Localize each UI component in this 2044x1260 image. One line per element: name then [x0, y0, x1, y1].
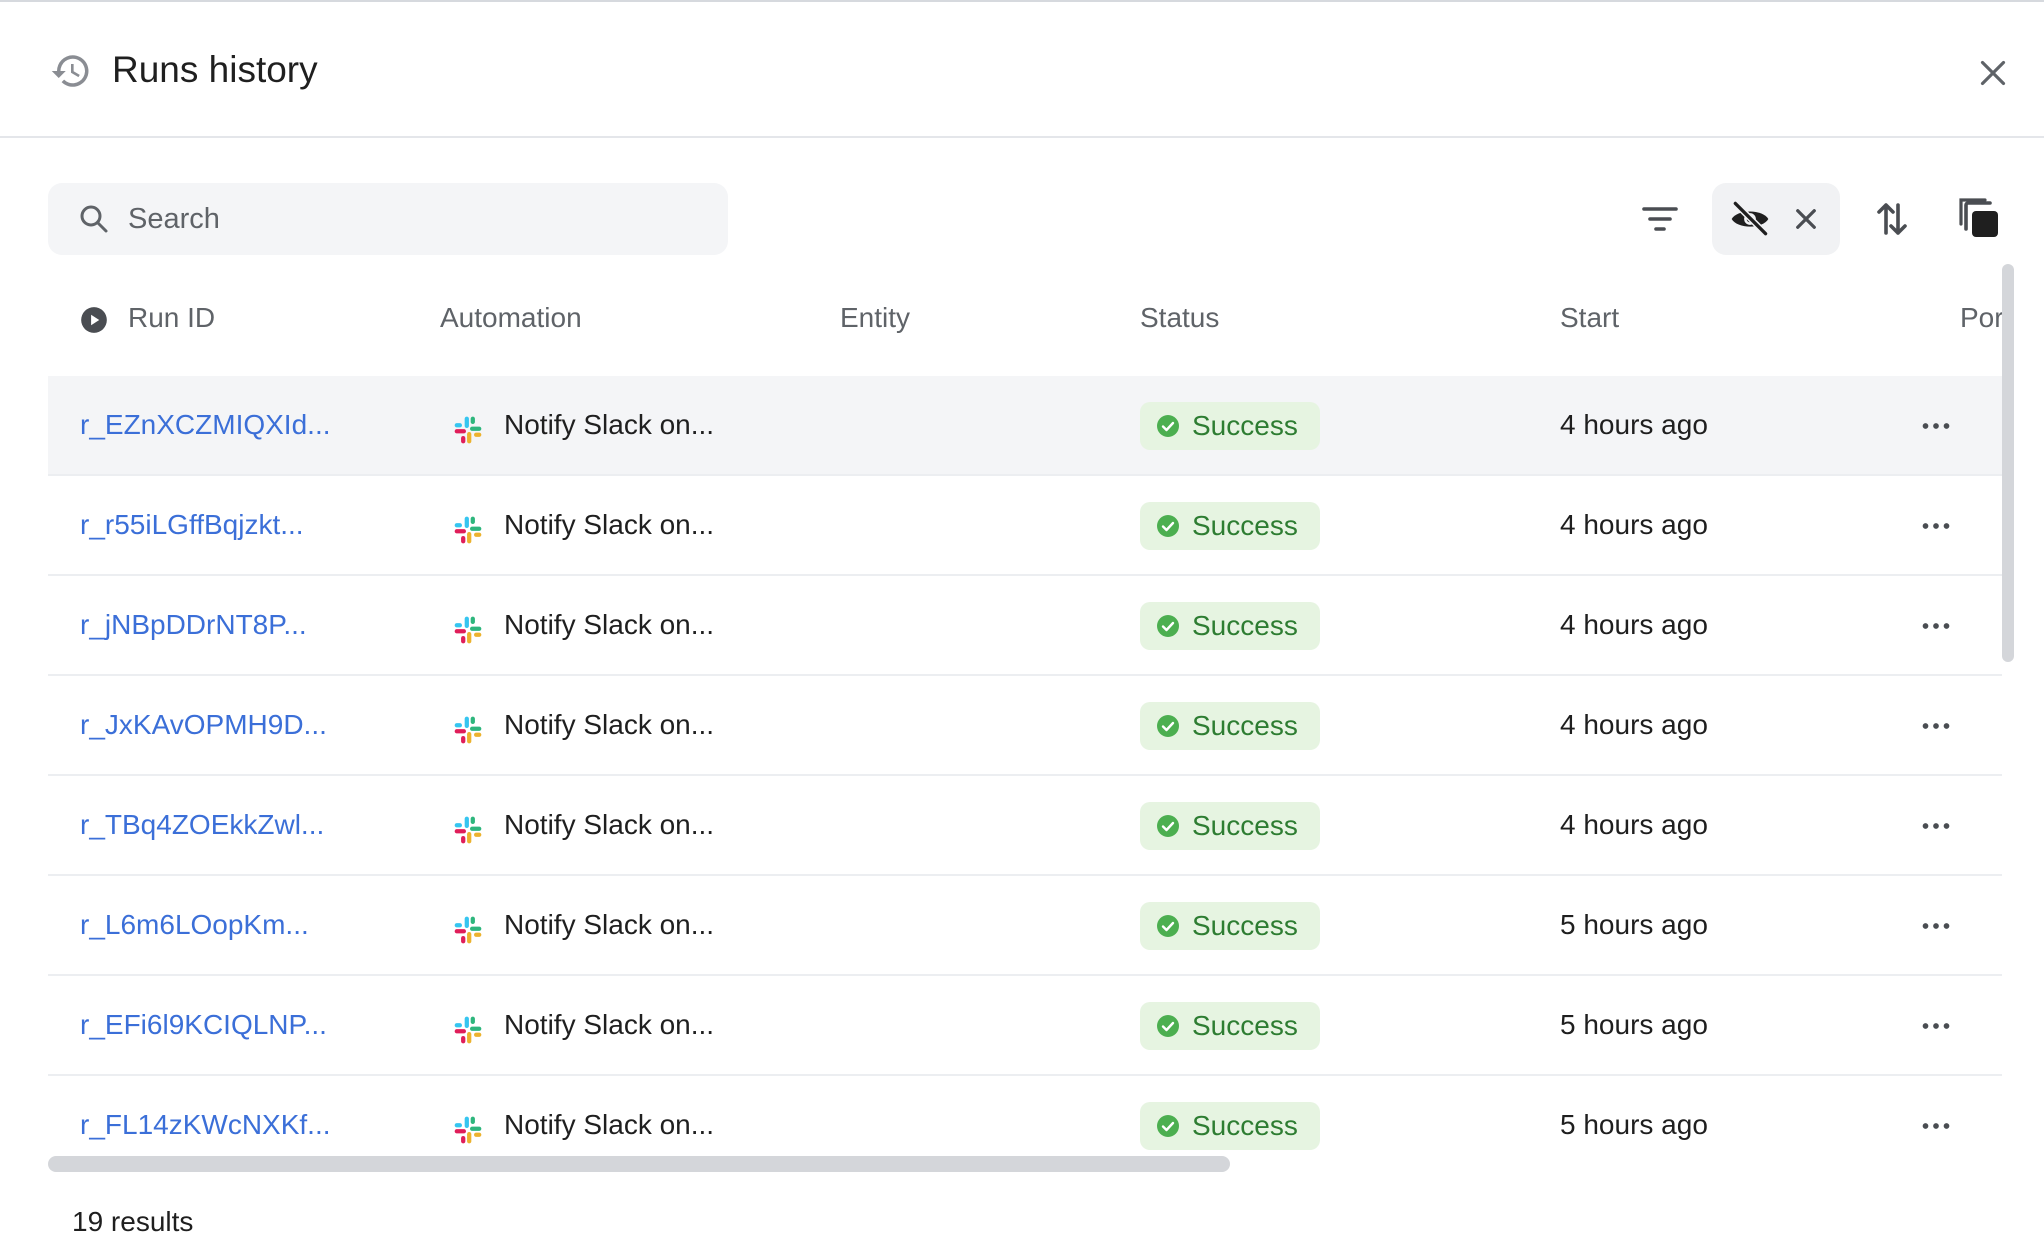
- run-id-link[interactable]: r_jNBpDDrNT8P...: [80, 606, 307, 644]
- horizontal-scrollbar[interactable]: [48, 1156, 1230, 1172]
- dialog-title: Runs history: [112, 49, 318, 90]
- status-text: Success: [1192, 910, 1298, 941]
- status-text: Success: [1192, 610, 1298, 641]
- slack-icon: [454, 1116, 482, 1144]
- status-badge: Success: [1140, 1002, 1320, 1050]
- automation-name: Notify Slack on...: [504, 709, 715, 740]
- check-circle-icon: [1157, 615, 1179, 637]
- status-badge: Success: [1140, 402, 1320, 450]
- search-input[interactable]: [128, 183, 708, 255]
- column-header-automation[interactable]: Automation: [440, 300, 582, 336]
- close-icon[interactable]: [1972, 52, 2014, 94]
- table-row[interactable]: r_TBq4ZOEkkZwl... Notify Slack on... Suc…: [48, 776, 2002, 876]
- table-row[interactable]: r_EFi6l9KCIQLNP... Notify Slack on... Su…: [48, 976, 2002, 1076]
- slack-icon: [454, 516, 482, 544]
- slack-icon: [454, 1016, 482, 1044]
- check-circle-icon: [1157, 1115, 1179, 1137]
- status-badge: Success: [1140, 802, 1320, 850]
- status-text: Success: [1192, 410, 1298, 441]
- check-circle-icon: [1157, 815, 1179, 837]
- run-id-link[interactable]: r_EFi6l9KCIQLNP...: [80, 1006, 327, 1044]
- run-id-link[interactable]: r_JxKAvOPMH9D...: [80, 706, 327, 744]
- filter-icon[interactable]: [1636, 195, 1684, 243]
- automation-name: Notify Slack on...: [504, 409, 715, 440]
- start-time: 4 hours ago: [1560, 509, 1708, 540]
- more-horizontal-icon[interactable]: [1918, 408, 1954, 444]
- automation-name: Notify Slack on...: [504, 809, 715, 840]
- start-time: 4 hours ago: [1560, 809, 1708, 840]
- column-header-port[interactable]: Por: [1960, 300, 2002, 336]
- results-count: 19 results: [72, 1206, 194, 1237]
- status-badge: Success: [1140, 902, 1320, 950]
- run-id-link[interactable]: r_EZnXCZMIQXId...: [80, 406, 331, 444]
- run-id-link[interactable]: r_L6m6LOopKm...: [80, 906, 309, 944]
- eye-off-icon: [1731, 200, 1769, 237]
- status-badge: Success: [1140, 702, 1320, 750]
- dialog-header: Runs history: [0, 2, 2044, 138]
- column-header-entity[interactable]: Entity: [840, 300, 910, 336]
- check-circle-icon: [1157, 1015, 1179, 1037]
- hidden-columns-toggle[interactable]: [1712, 183, 1840, 255]
- status-text: Success: [1192, 1110, 1298, 1141]
- start-time: 5 hours ago: [1560, 909, 1708, 940]
- slack-icon: [454, 716, 482, 744]
- check-circle-icon: [1157, 915, 1179, 937]
- status-text: Success: [1192, 810, 1298, 841]
- table-header: Run ID Automation Entity Status Start Po…: [48, 264, 2002, 374]
- run-id-link[interactable]: r_FL14zKWcNXKf...: [80, 1106, 331, 1144]
- start-time: 4 hours ago: [1560, 709, 1708, 740]
- more-horizontal-icon[interactable]: [1918, 608, 1954, 644]
- check-circle-icon: [1157, 415, 1179, 437]
- start-time: 4 hours ago: [1560, 409, 1708, 440]
- column-header-run-id[interactable]: Run ID: [128, 300, 215, 336]
- more-horizontal-icon[interactable]: [1918, 708, 1954, 744]
- start-time: 4 hours ago: [1560, 609, 1708, 640]
- more-horizontal-icon[interactable]: [1918, 1108, 1954, 1144]
- automation-name: Notify Slack on...: [504, 1009, 715, 1040]
- table-row[interactable]: r_L6m6LOopKm... Notify Slack on... Succe…: [48, 876, 2002, 976]
- status-text: Success: [1192, 710, 1298, 741]
- table-row[interactable]: r_r55iLGffBqjzkt... Notify Slack on... S…: [48, 476, 2002, 576]
- more-horizontal-icon[interactable]: [1918, 508, 1954, 544]
- status-badge: Success: [1140, 602, 1320, 650]
- search-icon: [80, 205, 108, 233]
- check-circle-icon: [1157, 515, 1179, 537]
- more-horizontal-icon[interactable]: [1918, 808, 1954, 844]
- status-badge: Success: [1140, 502, 1320, 550]
- start-time: 5 hours ago: [1560, 1009, 1708, 1040]
- more-horizontal-icon[interactable]: [1918, 1008, 1954, 1044]
- automation-name: Notify Slack on...: [504, 609, 715, 640]
- table-row[interactable]: r_JxKAvOPMH9D... Notify Slack on... Succ…: [48, 676, 2002, 776]
- column-header-start[interactable]: Start: [1560, 300, 1619, 336]
- run-id-link[interactable]: r_r55iLGffBqjzkt...: [80, 506, 304, 544]
- column-header-status[interactable]: Status: [1140, 300, 1219, 336]
- runs-history-dialog: Runs history Search Run ID Automation En…: [0, 0, 2044, 1260]
- status-badge: Success: [1140, 1102, 1320, 1150]
- automation-name: Notify Slack on...: [504, 1109, 715, 1140]
- automation-name: Notify Slack on...: [504, 509, 715, 540]
- start-time: 5 hours ago: [1560, 1109, 1708, 1140]
- slack-icon: [454, 816, 482, 844]
- status-text: Success: [1192, 510, 1298, 541]
- table-row[interactable]: r_EZnXCZMIQXId... Notify Slack on... Suc…: [48, 376, 2002, 476]
- status-text: Success: [1192, 1010, 1298, 1041]
- slack-icon: [454, 916, 482, 944]
- automation-name: Notify Slack on...: [504, 909, 715, 940]
- slack-icon: [454, 416, 482, 444]
- copy-icon[interactable]: [1956, 195, 2004, 243]
- history-icon: [51, 55, 89, 87]
- run-id-link[interactable]: r_TBq4ZOEkkZwl...: [80, 806, 324, 844]
- slack-icon: [454, 616, 482, 644]
- table-row[interactable]: r_jNBpDDrNT8P... Notify Slack on... Succ…: [48, 576, 2002, 676]
- close-icon[interactable]: [1784, 197, 1828, 241]
- more-horizontal-icon[interactable]: [1918, 908, 1954, 944]
- sort-icon[interactable]: [1868, 195, 1916, 243]
- check-circle-icon: [1157, 715, 1179, 737]
- vertical-scrollbar[interactable]: [2002, 264, 2014, 662]
- runs-table: Run ID Automation Entity Status Start Po…: [48, 264, 2002, 1164]
- search-field[interactable]: [48, 183, 728, 255]
- play-circle-icon: [81, 307, 107, 333]
- table-row[interactable]: r_FL14zKWcNXKf... Notify Slack on... Suc…: [48, 1076, 2002, 1164]
